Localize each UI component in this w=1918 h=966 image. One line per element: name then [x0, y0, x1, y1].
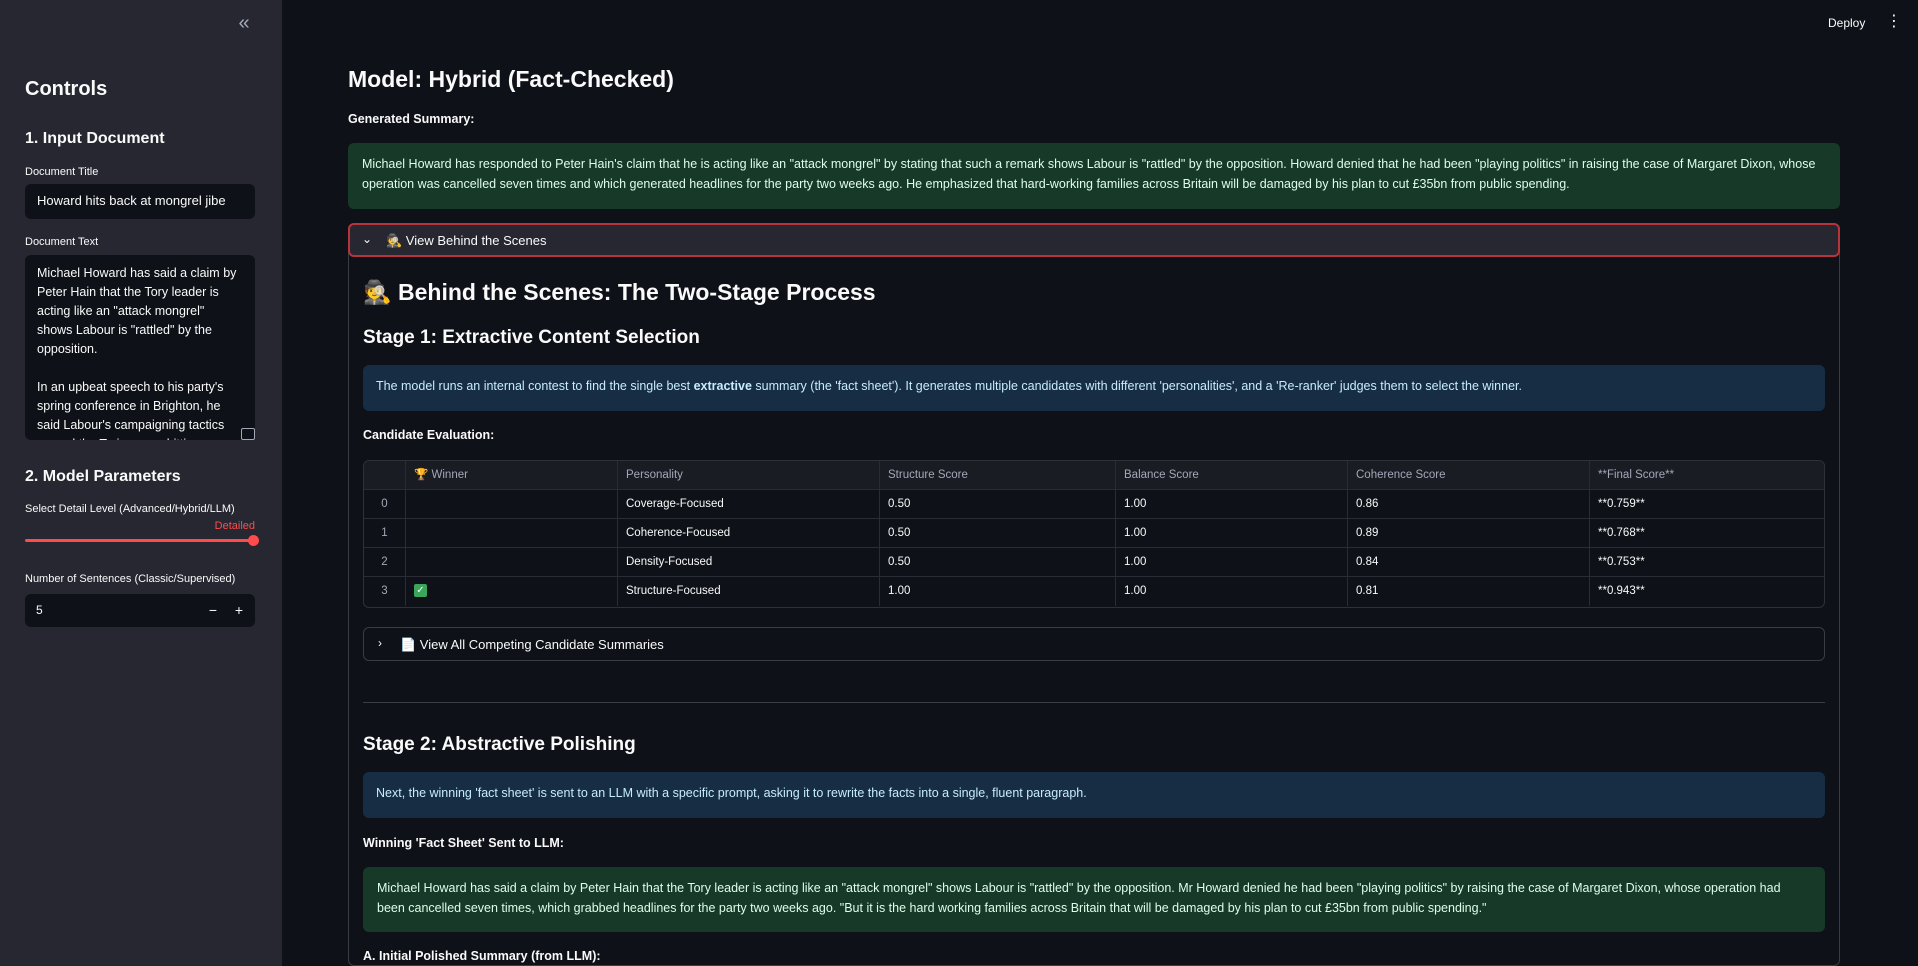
sidebar: « Controls 1. Input Document Document Ti…: [0, 0, 282, 966]
row-index: 2: [364, 548, 406, 577]
row-index: 1: [364, 519, 406, 548]
detail-level-value: Detailed: [214, 520, 255, 532]
main-content: Model: Hybrid (Fact-Checked) Generated S…: [348, 0, 1840, 966]
stage1-title: Stage 1: Extractive Content Selection: [363, 327, 700, 348]
table-header-personality[interactable]: Personality: [618, 461, 880, 490]
competing-summaries-expander[interactable]: › 📄 View All Competing Candidate Summari…: [363, 627, 1825, 661]
table-row[interactable]: 0 Coverage-Focused 0.50 1.00 0.86 **0.75…: [364, 490, 1824, 519]
initial-summary-label: A. Initial Polished Summary (from LLM):: [363, 949, 601, 963]
row-final: **0.943**: [1598, 585, 1645, 597]
row-coherence: 0.86: [1348, 490, 1590, 519]
main-menu-icon[interactable]: ⋮: [1886, 12, 1902, 32]
table-header-balance[interactable]: Balance Score: [1116, 461, 1348, 490]
detail-level-slider-track[interactable]: [25, 539, 255, 542]
section-input-document: 1. Input Document: [25, 130, 165, 147]
decrement-button[interactable]: −: [200, 598, 226, 623]
chevron-down-icon: ⌄: [362, 232, 373, 246]
table-header-structure[interactable]: Structure Score: [880, 461, 1116, 490]
table-header-final[interactable]: **Final Score**: [1590, 461, 1824, 490]
section-model-parameters: 2. Model Parameters: [25, 468, 181, 485]
table-row[interactable]: 3 ✓ Structure-Focused 1.00 1.00 0.81 **0…: [364, 577, 1824, 606]
row-balance: 1.00: [1116, 548, 1348, 577]
sentences-number-input[interactable]: 5 − +: [25, 594, 255, 627]
behind-scenes-expander-label: 🕵️ View Behind the Scenes: [386, 233, 547, 248]
document-text-label: Document Text: [25, 236, 99, 248]
divider: [363, 702, 1825, 703]
stage1-info-text: The model runs an internal contest to fi…: [376, 379, 694, 393]
row-coherence: 0.81: [1348, 577, 1590, 606]
row-winner: [406, 548, 618, 577]
table-header-index: [364, 461, 406, 490]
increment-button[interactable]: +: [226, 598, 252, 623]
table-header-winner[interactable]: 🏆 Winner: [406, 461, 618, 490]
row-balance: 1.00: [1116, 577, 1348, 606]
table-header-row: 🏆 Winner Personality Structure Score Bal…: [364, 461, 1824, 490]
sidebar-title: Controls: [25, 78, 108, 100]
table-header-coherence[interactable]: Coherence Score: [1348, 461, 1590, 490]
detail-level-slider-thumb[interactable]: [248, 535, 259, 546]
checkmark-icon: ✓: [414, 584, 427, 598]
row-final: **0.768**: [1598, 527, 1645, 539]
page-title: Model: Hybrid (Fact-Checked): [348, 66, 674, 92]
stage1-info-text-end: summary (the 'fact sheet'). It generates…: [751, 379, 1522, 393]
generated-summary-label: Generated Summary:: [348, 112, 475, 126]
row-coherence: 0.84: [1348, 548, 1590, 577]
table-row[interactable]: 2 Density-Focused 0.50 1.00 0.84 **0.753…: [364, 548, 1824, 577]
behind-scenes-expander-header[interactable]: ⌄ 🕵️ View Behind the Scenes: [348, 223, 1840, 257]
resize-handle-icon[interactable]: [241, 428, 255, 440]
row-index: 3: [364, 577, 406, 606]
behind-scenes-title: 🕵️ Behind the Scenes: The Two-Stage Proc…: [363, 279, 876, 305]
detail-level-label: Select Detail Level (Advanced/Hybrid/LLM…: [25, 503, 235, 515]
row-structure: 0.50: [880, 548, 1116, 577]
chevron-right-icon: ›: [378, 636, 382, 650]
document-title-input[interactable]: Howard hits back at mongrel jibe: [25, 184, 255, 219]
row-winner: ✓: [406, 577, 618, 606]
fact-sheet-label: Winning 'Fact Sheet' Sent to LLM:: [363, 836, 564, 850]
competing-summaries-label: 📄 View All Competing Candidate Summaries: [400, 637, 664, 652]
sentences-value[interactable]: 5: [36, 603, 43, 617]
row-personality: Coherence-Focused: [618, 519, 880, 548]
row-coherence: 0.89: [1348, 519, 1590, 548]
candidate-evaluation-label: Candidate Evaluation:: [363, 428, 495, 442]
row-personality: Coverage-Focused: [618, 490, 880, 519]
row-final: **0.753**: [1598, 556, 1645, 568]
row-winner: [406, 490, 618, 519]
stage2-title: Stage 2: Abstractive Polishing: [363, 734, 636, 755]
stage1-info-box: The model runs an internal contest to fi…: [363, 365, 1825, 411]
row-winner: [406, 519, 618, 548]
row-balance: 1.00: [1116, 490, 1348, 519]
generated-summary-box: Michael Howard has responded to Peter Ha…: [348, 143, 1840, 209]
document-title-label: Document Title: [25, 166, 99, 178]
stage1-info-bold: extractive: [693, 379, 752, 393]
collapse-sidebar-icon[interactable]: «: [232, 12, 256, 36]
row-structure: 1.00: [880, 577, 1116, 606]
sentences-label: Number of Sentences (Classic/Supervised): [25, 573, 236, 585]
table-row[interactable]: 1 Coherence-Focused 0.50 1.00 0.89 **0.7…: [364, 519, 1824, 548]
row-balance: 1.00: [1116, 519, 1348, 548]
document-text-area[interactable]: Michael Howard has said a claim by Peter…: [25, 255, 255, 440]
row-final: **0.759**: [1598, 498, 1645, 510]
row-structure: 0.50: [880, 519, 1116, 548]
row-structure: 0.50: [880, 490, 1116, 519]
row-personality: Structure-Focused: [618, 577, 880, 606]
candidate-table[interactable]: 🏆 Winner Personality Structure Score Bal…: [363, 460, 1825, 608]
stage2-info-box: Next, the winning 'fact sheet' is sent t…: [363, 772, 1825, 818]
row-personality: Density-Focused: [618, 548, 880, 577]
fact-sheet-box: Michael Howard has said a claim by Peter…: [363, 867, 1825, 932]
row-index: 0: [364, 490, 406, 519]
